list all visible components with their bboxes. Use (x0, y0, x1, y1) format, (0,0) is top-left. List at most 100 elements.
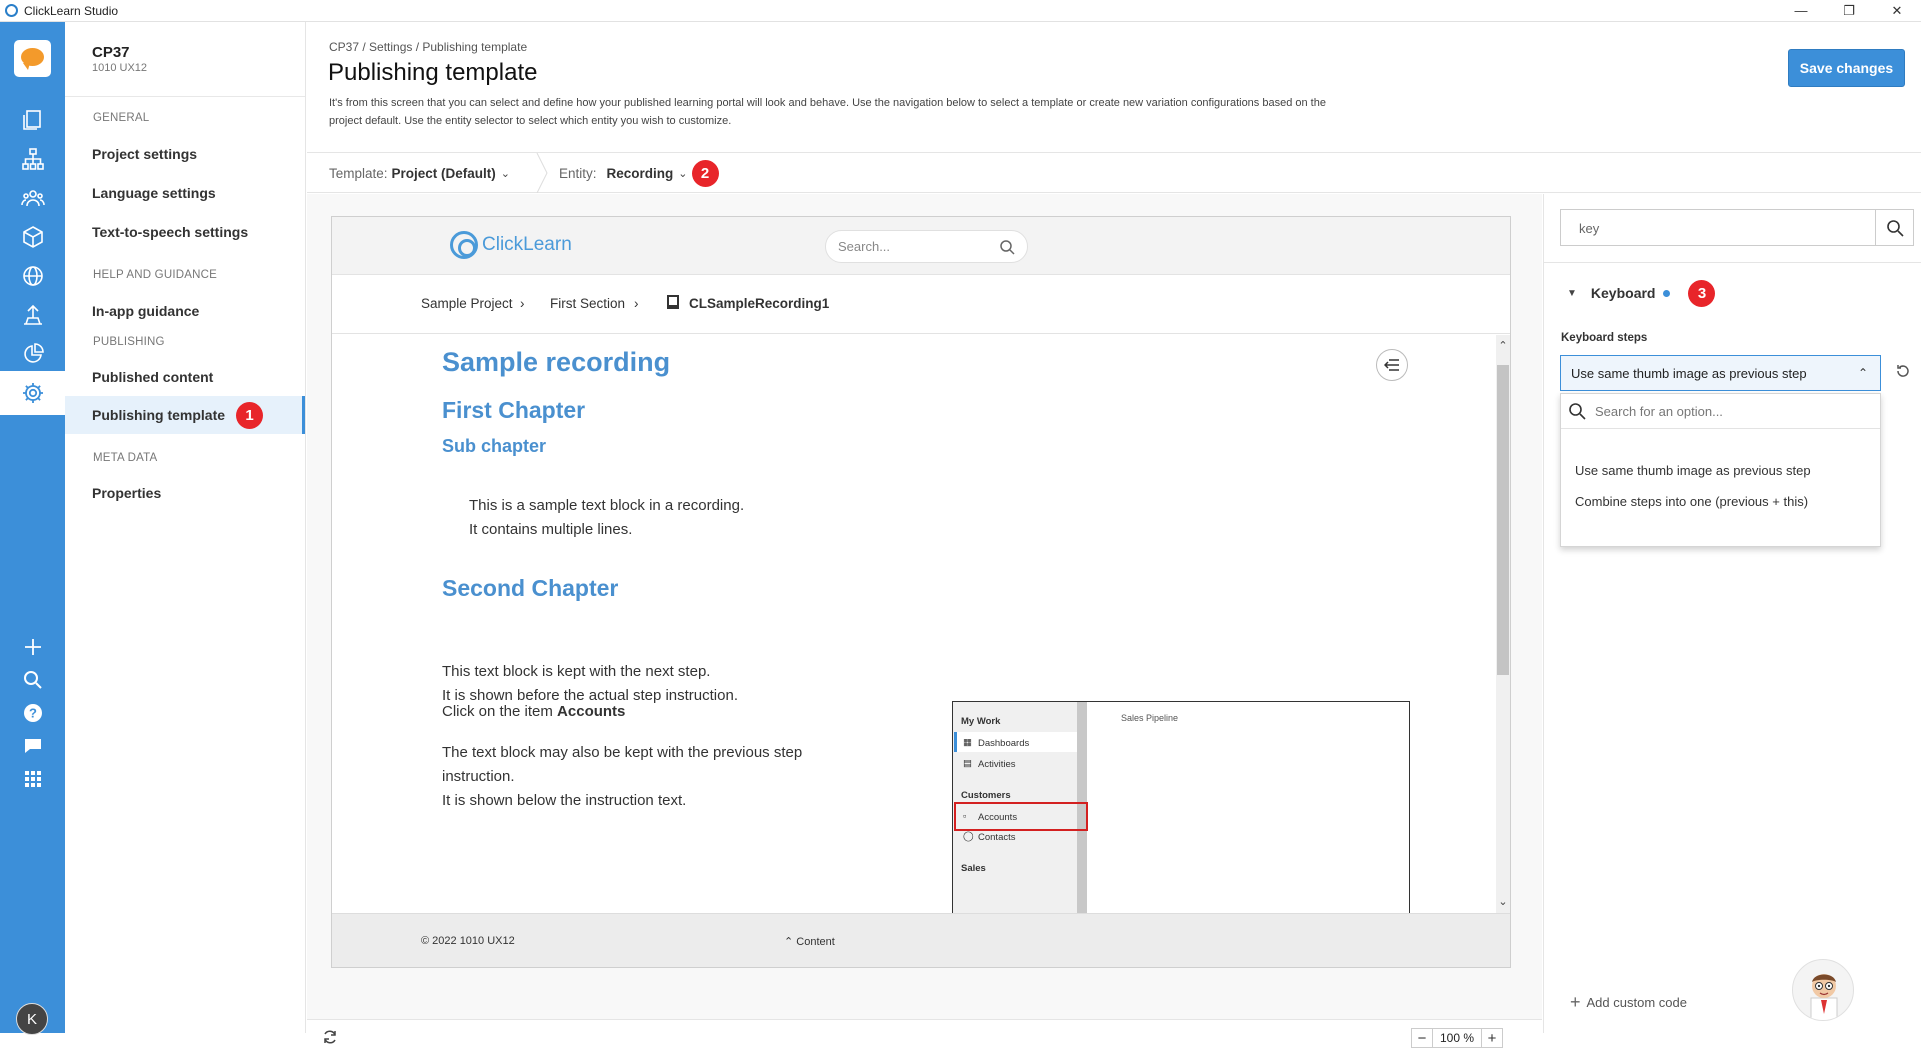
project-subtitle: 1010 UX12 (92, 62, 148, 74)
nav-tts-settings[interactable]: Text-to-speech settings (65, 213, 305, 251)
dropdown-search-input[interactable]: Search for an option... (1561, 394, 1880, 429)
crumb-project[interactable]: Sample Project (421, 296, 513, 311)
highlight-box (954, 802, 1088, 831)
shot-my-work: My Work (961, 716, 1001, 727)
properties-panel: key ▼ Keyboard 3 Keyboard steps Use same… (1543, 194, 1921, 1033)
publish-icon[interactable] (0, 293, 65, 337)
collapse-triangle-icon: ▼ (1567, 287, 1577, 299)
search-icon (1000, 240, 1015, 255)
section-meta: META DATA (93, 452, 158, 464)
nav-properties[interactable]: Properties (65, 474, 305, 512)
clicklearn-logo-text: ClickLearn (482, 234, 572, 255)
close-button[interactable]: ✕ (1873, 0, 1921, 22)
status-bar: − 100 % + (307, 1019, 1542, 1055)
property-search-button[interactable] (1875, 210, 1913, 245)
chevron-up-icon[interactable]: ⌃ (1496, 339, 1510, 352)
minimize-button[interactable]: — (1777, 0, 1825, 22)
clicklearn-logo-icon (450, 231, 478, 259)
section-general: GENERAL (93, 112, 150, 124)
zoom-in-button[interactable]: + (1482, 1029, 1502, 1047)
step-instruction: Click on the item Accounts (442, 700, 625, 724)
restore-button[interactable]: ❐ (1825, 0, 1873, 22)
menu-collapse-icon (1384, 359, 1399, 371)
keyboard-steps-label: Keyboard steps (1561, 332, 1648, 344)
callout-badge-1: 1 (236, 401, 264, 429)
settings-gear-icon[interactable] (0, 371, 65, 415)
portal-preview: ClickLearn Search... Sample Project › Fi… (331, 216, 1511, 968)
shot-dashboards: Dashboards (978, 738, 1030, 749)
property-search-input[interactable]: key (1560, 209, 1914, 246)
toc-toggle-button[interactable] (1376, 349, 1408, 381)
refresh-icon[interactable] (321, 1028, 339, 1046)
zoom-level: 100 % (1432, 1029, 1482, 1047)
shot-customers: Customers (961, 790, 1011, 801)
property-search-value: key (1579, 221, 1600, 236)
sitemap-icon[interactable] (0, 137, 65, 181)
preview-area: ClickLearn Search... Sample Project › Fi… (307, 194, 1542, 1019)
main-content: CP37 / Settings / Publishing template Pu… (307, 22, 1921, 1055)
step-screenshot: My Work ▦ Dashboards ▤ Activities Custom… (952, 701, 1410, 913)
chevron-up-icon: ⌃ (1857, 366, 1868, 380)
search-icon (1886, 219, 1904, 237)
analytics-icon[interactable] (0, 332, 65, 376)
save-changes-button[interactable]: Save changes (1788, 49, 1905, 87)
template-toolbar: Template: Project (Default) ⌄ Entity: Re… (307, 152, 1921, 193)
documents-icon[interactable] (0, 98, 65, 142)
nav-language-settings[interactable]: Language settings (65, 174, 305, 212)
chevron-down-icon[interactable]: ⌄ (1496, 895, 1510, 908)
clicklearn-logo: ClickLearn (450, 231, 572, 259)
assistant-avatar-icon[interactable] (1792, 959, 1854, 1021)
chapter-heading: Second Chapter (442, 575, 619, 601)
keyboard-steps-select[interactable]: Use same thumb image as previous step ⌃ (1560, 355, 1881, 391)
add-custom-code-button[interactable]: + Add custom code (1570, 992, 1687, 1013)
entity-selector[interactable]: Entity: Recording ⌄ 2 (559, 153, 719, 193)
app-rail: ? K (0, 22, 65, 1035)
user-avatar[interactable]: K (16, 1003, 48, 1035)
keyboard-steps-dropdown: Search for an option... Use same thumb i… (1560, 393, 1881, 547)
text-line: This text block is kept with the next st… (442, 663, 711, 680)
app-logo-icon (5, 4, 18, 17)
footer-content-label: Content (796, 936, 835, 948)
footer-content-link[interactable]: ⌃ Content (784, 935, 835, 948)
preview-search-input[interactable]: Search... (825, 230, 1028, 263)
zoom-out-button[interactable]: − (1412, 1029, 1432, 1047)
recording-title: Sample recording (442, 347, 671, 377)
keyboard-group-header[interactable]: ▼ Keyboard 3 (1567, 278, 1716, 308)
chat-logo-icon[interactable] (14, 40, 51, 77)
chevron-right-icon: › (634, 296, 639, 311)
reset-icon[interactable] (1895, 363, 1911, 379)
shot-sales: Sales (961, 863, 986, 874)
chevron-up-icon: ⌃ (784, 936, 794, 948)
dropdown-option[interactable]: Use same thumb image as previous step (1575, 463, 1811, 478)
dropdown-option[interactable]: Combine steps into one (previous + this) (1575, 494, 1808, 509)
page-title: Publishing template (328, 59, 538, 86)
template-selector[interactable]: Template: Project (Default) ⌄ (329, 153, 510, 193)
nav-publishing-template-label: Publishing template (92, 407, 226, 423)
users-icon[interactable] (0, 176, 65, 220)
nav-publishing-template[interactable]: Publishing template 1 (65, 396, 305, 434)
globe-icon[interactable] (0, 254, 65, 298)
instruction-text: Click on the item (442, 703, 558, 720)
text-line: It contains multiple lines. (469, 521, 633, 538)
preview-scrollbar[interactable]: ⌃ ⌄ (1496, 335, 1510, 913)
instruction-target: Accounts (557, 703, 626, 720)
chevron-down-icon: ⌄ (500, 167, 511, 180)
title-bar: ClickLearn Studio — ❐ ✕ (0, 0, 1921, 22)
keyboard-group-label: Keyboard (1590, 285, 1656, 301)
nav-project-settings[interactable]: Project settings (65, 135, 305, 173)
package-icon[interactable] (0, 215, 65, 259)
person-icon: ◯ (963, 831, 974, 842)
shot-activities: Activities (978, 759, 1016, 770)
nav-inapp-guidance[interactable]: In-app guidance (65, 292, 305, 330)
scrollbar-thumb[interactable] (1497, 365, 1509, 675)
select-value: Use same thumb image as previous step (1571, 366, 1807, 381)
subchapter-heading: Sub chapter (442, 436, 547, 456)
entity-value: Recording (606, 165, 674, 181)
svg-text:?: ? (29, 706, 37, 721)
apps-grid-icon[interactable] (0, 757, 65, 801)
text-line: The text block may also be kept with the… (442, 744, 803, 761)
crumb-section[interactable]: First Section (550, 296, 625, 311)
window-title: ClickLearn Studio (24, 3, 119, 18)
nav-published-content[interactable]: Published content (65, 358, 305, 396)
template-value: Project (Default) (391, 165, 496, 181)
